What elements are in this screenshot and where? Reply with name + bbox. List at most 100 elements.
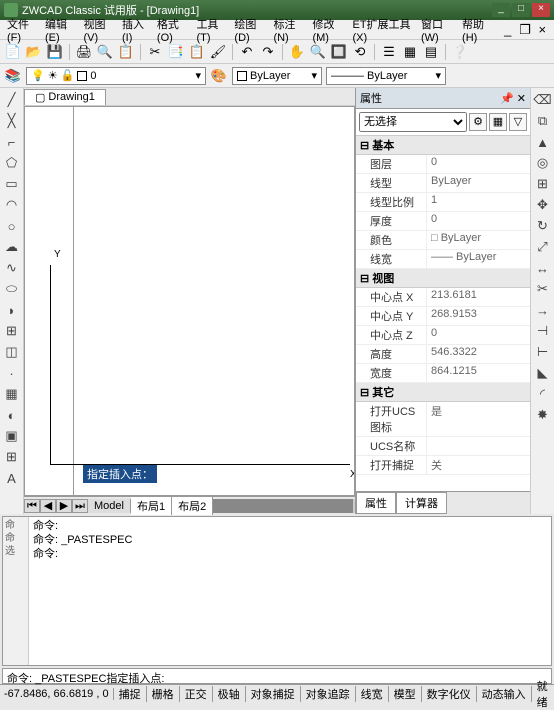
- prop-value[interactable]: [426, 437, 530, 455]
- fillet-icon[interactable]: ◜: [533, 384, 553, 404]
- zoom-prev-icon[interactable]: ⟲: [351, 43, 369, 61]
- color-combo[interactable]: ByLayer ▾: [232, 67, 322, 85]
- cut-icon[interactable]: ✂: [146, 43, 164, 61]
- menu-format[interactable]: 格式(O): [154, 14, 192, 46]
- stretch-icon[interactable]: ↔: [533, 258, 553, 278]
- otrack-toggle[interactable]: 对象追踪: [301, 686, 356, 702]
- menu-et-tools[interactable]: ET扩展工具(X): [349, 14, 416, 46]
- polyline-icon[interactable]: ⌐: [2, 132, 22, 152]
- quick-select-icon[interactable]: ⚙: [469, 113, 487, 131]
- layout-tab-2[interactable]: 布局2: [172, 497, 213, 515]
- open-icon[interactable]: 📂: [25, 43, 43, 61]
- print-icon[interactable]: 🖨: [75, 43, 93, 61]
- point-icon[interactable]: ·: [2, 363, 22, 383]
- prop-value[interactable]: —— ByLayer: [426, 250, 530, 268]
- lineweight-toggle[interactable]: 线宽: [356, 686, 389, 702]
- prop-row[interactable]: 打开UCS图标是: [356, 402, 530, 437]
- menu-help[interactable]: 帮助(H): [459, 14, 496, 46]
- layer-manager-icon[interactable]: 📚: [4, 67, 22, 85]
- prop-row[interactable]: 中心点 Y268.9153: [356, 307, 530, 326]
- menu-tools[interactable]: 工具(T): [193, 14, 229, 46]
- prop-row[interactable]: 颜色□ ByLayer: [356, 231, 530, 250]
- rectangle-icon[interactable]: ▭: [2, 174, 22, 194]
- doc-minimize-button[interactable]: _: [500, 21, 515, 39]
- copy-icon[interactable]: 📑: [167, 43, 185, 61]
- menu-draw[interactable]: 绘图(D): [231, 14, 268, 46]
- hscroll-thumb[interactable]: [213, 499, 353, 513]
- prop-row[interactable]: 图层0: [356, 155, 530, 174]
- erase-icon[interactable]: ⌫: [533, 90, 553, 110]
- move-icon[interactable]: ✥: [533, 195, 553, 215]
- text-icon[interactable]: A: [2, 468, 22, 488]
- scale-icon[interactable]: ⤢: [533, 237, 553, 257]
- drawing-canvas[interactable]: Y X 指定插入点：: [24, 106, 355, 496]
- array-icon[interactable]: ⊞: [533, 174, 553, 194]
- tool-palette-icon[interactable]: ▤: [422, 43, 440, 61]
- layout-tab-1[interactable]: 布局1: [131, 497, 172, 515]
- new-icon[interactable]: 📄: [4, 43, 22, 61]
- prop-row[interactable]: 厚度0: [356, 212, 530, 231]
- grid-toggle[interactable]: 栅格: [147, 686, 180, 702]
- offset-icon[interactable]: ◎: [533, 153, 553, 173]
- prop-row[interactable]: 高度546.3322: [356, 345, 530, 364]
- design-center-icon[interactable]: ▦: [401, 43, 419, 61]
- polygon-icon[interactable]: ⬠: [2, 153, 22, 173]
- chamfer-icon[interactable]: ◣: [533, 363, 553, 383]
- publish-icon[interactable]: 📋: [117, 43, 135, 61]
- doc-restore-button[interactable]: ❐: [517, 21, 532, 39]
- insert-block-icon[interactable]: ⊞: [2, 321, 22, 341]
- circle-icon[interactable]: ○: [2, 216, 22, 236]
- linetype-combo[interactable]: ——— ByLayer ▾: [326, 67, 446, 85]
- tablet-toggle[interactable]: 数字化仪: [422, 686, 477, 702]
- menu-edit[interactable]: 编辑(E): [42, 14, 79, 46]
- prop-row[interactable]: 线型比例1: [356, 193, 530, 212]
- preview-icon[interactable]: 🔍: [96, 43, 114, 61]
- first-tab-button[interactable]: ⏮: [24, 499, 40, 513]
- prop-group[interactable]: ⊟ 视图: [356, 269, 530, 288]
- polar-toggle[interactable]: 极轴: [213, 686, 246, 702]
- gradient-icon[interactable]: ◐: [2, 405, 22, 425]
- redo-icon[interactable]: ↷: [259, 43, 277, 61]
- prop-row[interactable]: 中心点 Z0: [356, 326, 530, 345]
- osnap-toggle[interactable]: 对象捕捉: [246, 686, 301, 702]
- command-input-line[interactable]: 命令: _PASTESPEC指定插入点:: [2, 668, 552, 684]
- undo-icon[interactable]: ↶: [238, 43, 256, 61]
- prop-group[interactable]: ⊟ 基本: [356, 136, 530, 155]
- maximize-button[interactable]: □: [512, 3, 530, 17]
- menu-file[interactable]: 文件(F): [4, 14, 40, 46]
- layer-combo[interactable]: 💡 ☀ 🔓 0 ▾: [26, 67, 206, 85]
- command-window[interactable]: 命命选 命令: 命令: _PASTESPEC 命令:: [2, 516, 552, 666]
- match-icon[interactable]: 🖌: [209, 43, 227, 61]
- rotate-icon[interactable]: ↻: [533, 216, 553, 236]
- prop-group[interactable]: ⊟ 其它: [356, 383, 530, 402]
- hatch-icon[interactable]: ▦: [2, 384, 22, 404]
- help-icon[interactable]: ❔: [451, 43, 469, 61]
- selection-combo[interactable]: 无选择: [359, 112, 467, 132]
- ellipse-arc-icon[interactable]: ◗: [2, 300, 22, 320]
- pin-close[interactable]: 📌 ✕: [500, 92, 526, 105]
- mirror-icon[interactable]: ▲: [533, 132, 553, 152]
- prop-value[interactable]: 是: [426, 402, 530, 436]
- prop-value[interactable]: 关: [426, 456, 530, 474]
- prop-value[interactable]: 213.6181: [426, 288, 530, 306]
- line-icon[interactable]: ╱: [2, 90, 22, 110]
- zoom-window-icon[interactable]: 🔲: [330, 43, 348, 61]
- model-toggle[interactable]: 模型: [389, 686, 422, 702]
- pan-icon[interactable]: ✋: [288, 43, 306, 61]
- trim-icon[interactable]: ✂: [533, 279, 553, 299]
- ortho-toggle[interactable]: 正交: [180, 686, 213, 702]
- paste-icon[interactable]: 📋: [188, 43, 206, 61]
- menu-insert[interactable]: 插入(I): [119, 14, 152, 46]
- menu-view[interactable]: 视图(V): [80, 14, 117, 46]
- save-icon[interactable]: 💾: [46, 43, 64, 61]
- dyn-input-toggle[interactable]: 动态输入: [477, 686, 532, 702]
- arc-icon[interactable]: ◠: [2, 195, 22, 215]
- hscroll[interactable]: [213, 499, 355, 513]
- properties-grid[interactable]: ⊟ 基本图层0线型ByLayer线型比例1厚度0颜色□ ByLayer线宽—— …: [356, 136, 530, 491]
- table-icon[interactable]: ⊞: [2, 447, 22, 467]
- prop-row[interactable]: 打开捕捉关: [356, 456, 530, 475]
- prop-value[interactable]: 1: [426, 193, 530, 211]
- prop-value[interactable]: ByLayer: [426, 174, 530, 192]
- revcloud-icon[interactable]: ☁: [2, 237, 22, 257]
- prop-row[interactable]: UCS名称: [356, 437, 530, 456]
